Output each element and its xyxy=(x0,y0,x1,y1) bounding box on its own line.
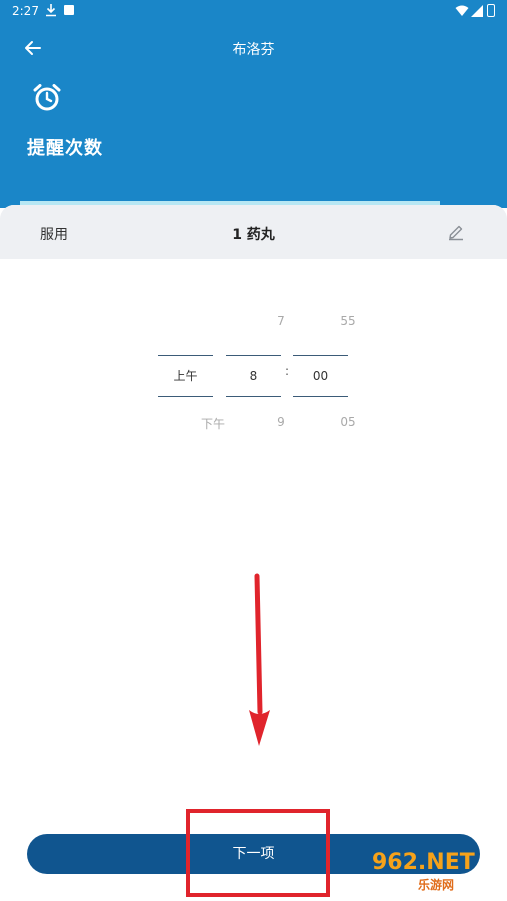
alarm-clock-icon xyxy=(33,84,61,111)
signal-icon xyxy=(471,5,483,17)
minute-picker[interactable]: 55 00 05 xyxy=(293,205,356,445)
watermark-logo: 962.NET 乐游网 xyxy=(366,846,502,896)
minute-below[interactable]: 05 xyxy=(321,415,376,429)
wifi-icon xyxy=(455,5,469,16)
ampm-picker[interactable]: 上午 下午 xyxy=(158,205,225,445)
time-separator: : xyxy=(285,364,290,378)
annotation-highlight-box xyxy=(186,809,330,897)
minute-above[interactable]: 55 xyxy=(321,314,376,328)
hour-selected[interactable]: 8 xyxy=(226,355,281,397)
watermark-sub: 乐游网 xyxy=(418,878,455,892)
ampm-selected[interactable]: 上午 xyxy=(158,355,213,397)
battery-icon xyxy=(487,4,495,17)
hour-picker[interactable]: 7 8 9 xyxy=(226,205,285,445)
notification-app-icon xyxy=(64,5,74,15)
annotation-down-arrow xyxy=(249,573,270,746)
medication-title: 布洛芬 xyxy=(232,42,275,58)
app-header: 布洛芬 提醒次数 xyxy=(0,22,507,208)
download-icon xyxy=(46,4,56,17)
section-heading: 提醒次数 xyxy=(27,138,103,159)
minute-selected[interactable]: 00 xyxy=(293,355,348,397)
edit-pencil-icon[interactable] xyxy=(447,223,465,241)
watermark-brand: 962.NET xyxy=(372,850,475,875)
status-time: 2:27 xyxy=(12,4,39,18)
status-bar: 2:27 xyxy=(0,0,507,22)
